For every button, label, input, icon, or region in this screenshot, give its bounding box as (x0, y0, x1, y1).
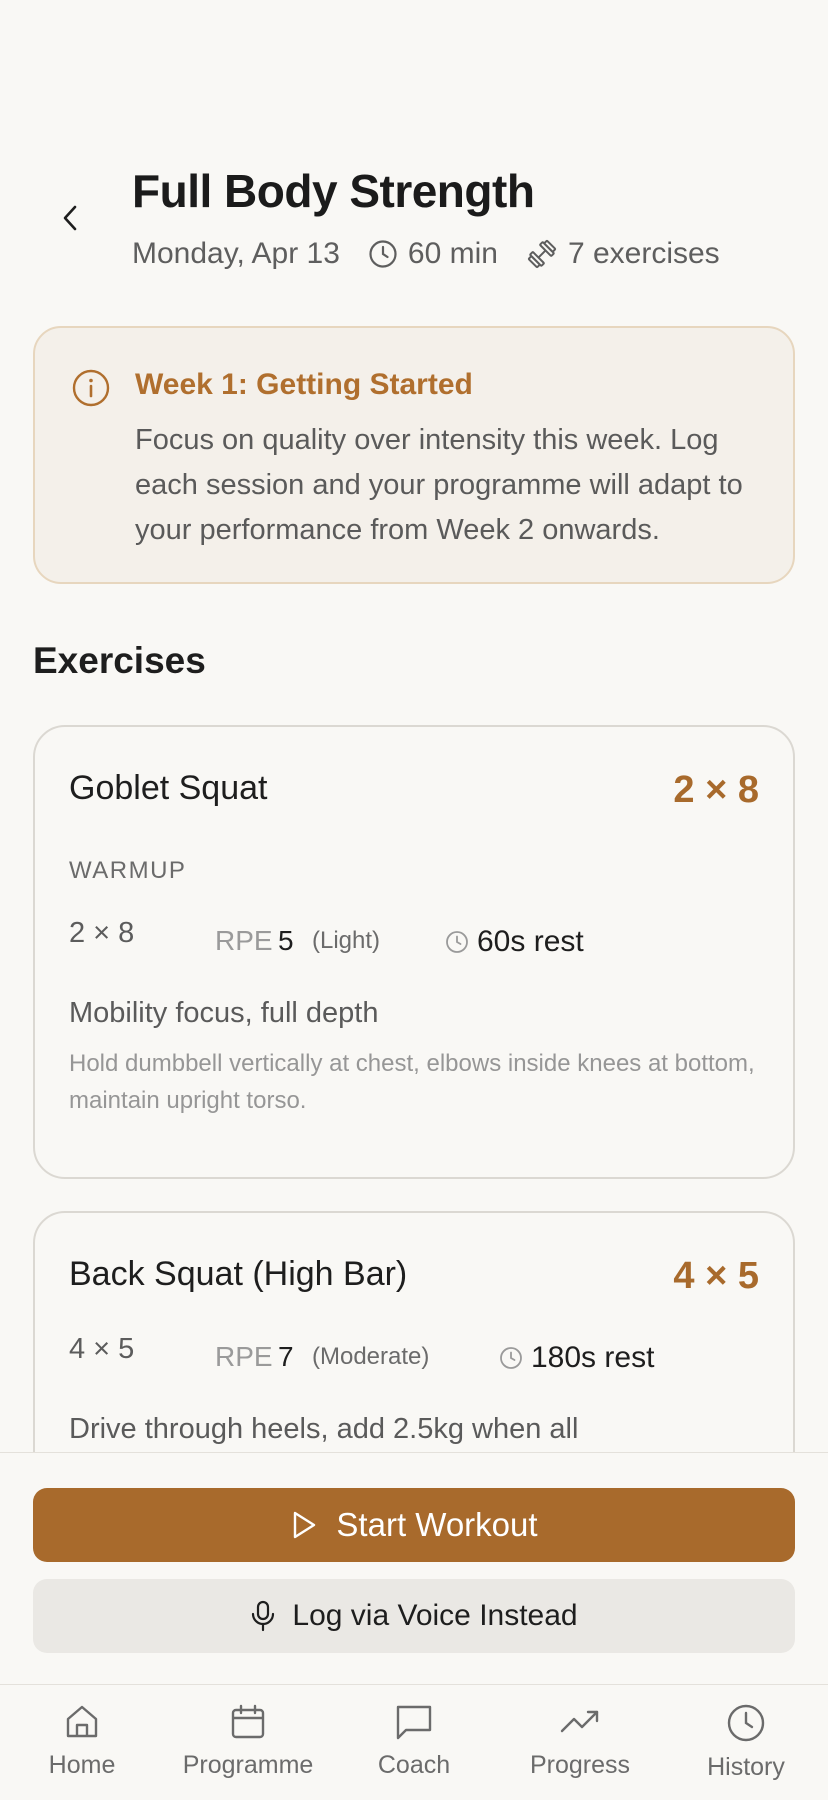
tab-home[interactable]: Home (2, 1703, 162, 1793)
rest-label: 60s rest (477, 925, 584, 958)
tab-label: Progress (529, 1751, 631, 1779)
play-icon (294, 1511, 316, 1539)
rpe-intensity: (Moderate) (312, 1343, 430, 1370)
workout-detail-screen: Full Body Strength Monday, Apr 13 60 min (0, 0, 828, 1800)
tab-label: Home (48, 1751, 116, 1779)
start-workout-label: Start Workout (336, 1506, 538, 1543)
clock-icon (446, 931, 468, 953)
exercise-description: Hold dumbbell vertically at chest, elbow… (69, 1050, 755, 1114)
log-via-voice-button[interactable]: Log via Voice Instead (33, 1579, 795, 1653)
tab-history[interactable]: History (666, 1703, 826, 1793)
tab-label: History (707, 1753, 785, 1781)
calendar-icon (231, 1704, 265, 1739)
tab-label: Coach (377, 1751, 451, 1779)
start-workout-button[interactable]: Start Workout (33, 1488, 795, 1562)
clock-icon (500, 1347, 522, 1369)
exercise-cue: Drive through heels, add 2.5kg when all (69, 1413, 579, 1445)
week-info-callout: Week 1: Getting Started Focus on quality… (33, 326, 795, 584)
tab-coach[interactable]: Coach (334, 1703, 494, 1793)
rpe-label: RPE (215, 925, 273, 956)
workout-duration: 60 min (368, 237, 498, 271)
tab-progress[interactable]: Progress (500, 1703, 660, 1793)
chat-icon (396, 1705, 432, 1740)
exercise-stats: 4 × 5 RPE 7 (Moderate) 180s rest (69, 1333, 769, 1375)
exercise-card[interactable]: Goblet Squat 2 × 8 WARMUP 2 × 8 RPE 5 (L… (33, 725, 795, 1179)
exercise-count-label: 7 exercises (567, 237, 720, 270)
rpe-label: RPE (215, 1341, 273, 1372)
tab-programme[interactable]: Programme (168, 1703, 328, 1793)
exercise-stats: 2 × 8 RPE 5 (Light) 60s rest (69, 917, 769, 959)
trend-icon (560, 1710, 599, 1733)
microphone-icon (252, 1600, 275, 1632)
dumbbell-icon (527, 239, 556, 269)
home-icon (66, 1705, 98, 1738)
callout-title: Week 1: Getting Started (135, 368, 473, 401)
exercise-name: Back Squat (High Bar) (69, 1255, 408, 1293)
page-title: Full Body Strength (132, 165, 535, 217)
clock-icon (369, 240, 397, 268)
tab-label: Programme (182, 1751, 314, 1779)
info-icon (72, 369, 110, 407)
exercises-heading: Exercises (33, 640, 206, 681)
exercise-sets-reps: 2 × 8 (673, 769, 759, 811)
stat-sets-reps: 4 × 5 (69, 1333, 135, 1365)
clock-icon (727, 1704, 765, 1742)
exercise-sets-reps: 4 × 5 (673, 1255, 759, 1297)
exercise-cue: Mobility focus, full depth (69, 997, 379, 1029)
rest-time: 180s rest (499, 1341, 654, 1375)
back-button[interactable] (48, 196, 92, 240)
log-via-voice-label: Log via Voice Instead (292, 1599, 578, 1632)
duration-label: 60 min (407, 237, 498, 270)
exercise-name: Goblet Squat (69, 769, 268, 807)
exercise-phase: WARMUP (69, 857, 187, 884)
callout-body: Focus on quality over intensity this wee… (135, 424, 743, 546)
workout-date: Monday, Apr 13 (132, 237, 340, 270)
rpe-value: 5 (278, 925, 294, 956)
workout-exercise-count: 7 exercises (526, 237, 720, 271)
rest-label: 180s rest (531, 1341, 655, 1374)
workout-meta: Monday, Apr 13 60 min 7 exercises (132, 234, 720, 274)
rpe-intensity: (Light) (312, 927, 381, 954)
rpe-value: 7 (278, 1341, 294, 1372)
stat-sets-reps: 2 × 8 (69, 917, 135, 949)
workout-actions: Start Workout Log via Voice Instead (0, 1452, 828, 1684)
rest-time: 60s rest (445, 925, 584, 959)
chevron-left-icon (63, 205, 77, 231)
bottom-tab-bar: Home Programme Coach Progress History (0, 1684, 828, 1800)
